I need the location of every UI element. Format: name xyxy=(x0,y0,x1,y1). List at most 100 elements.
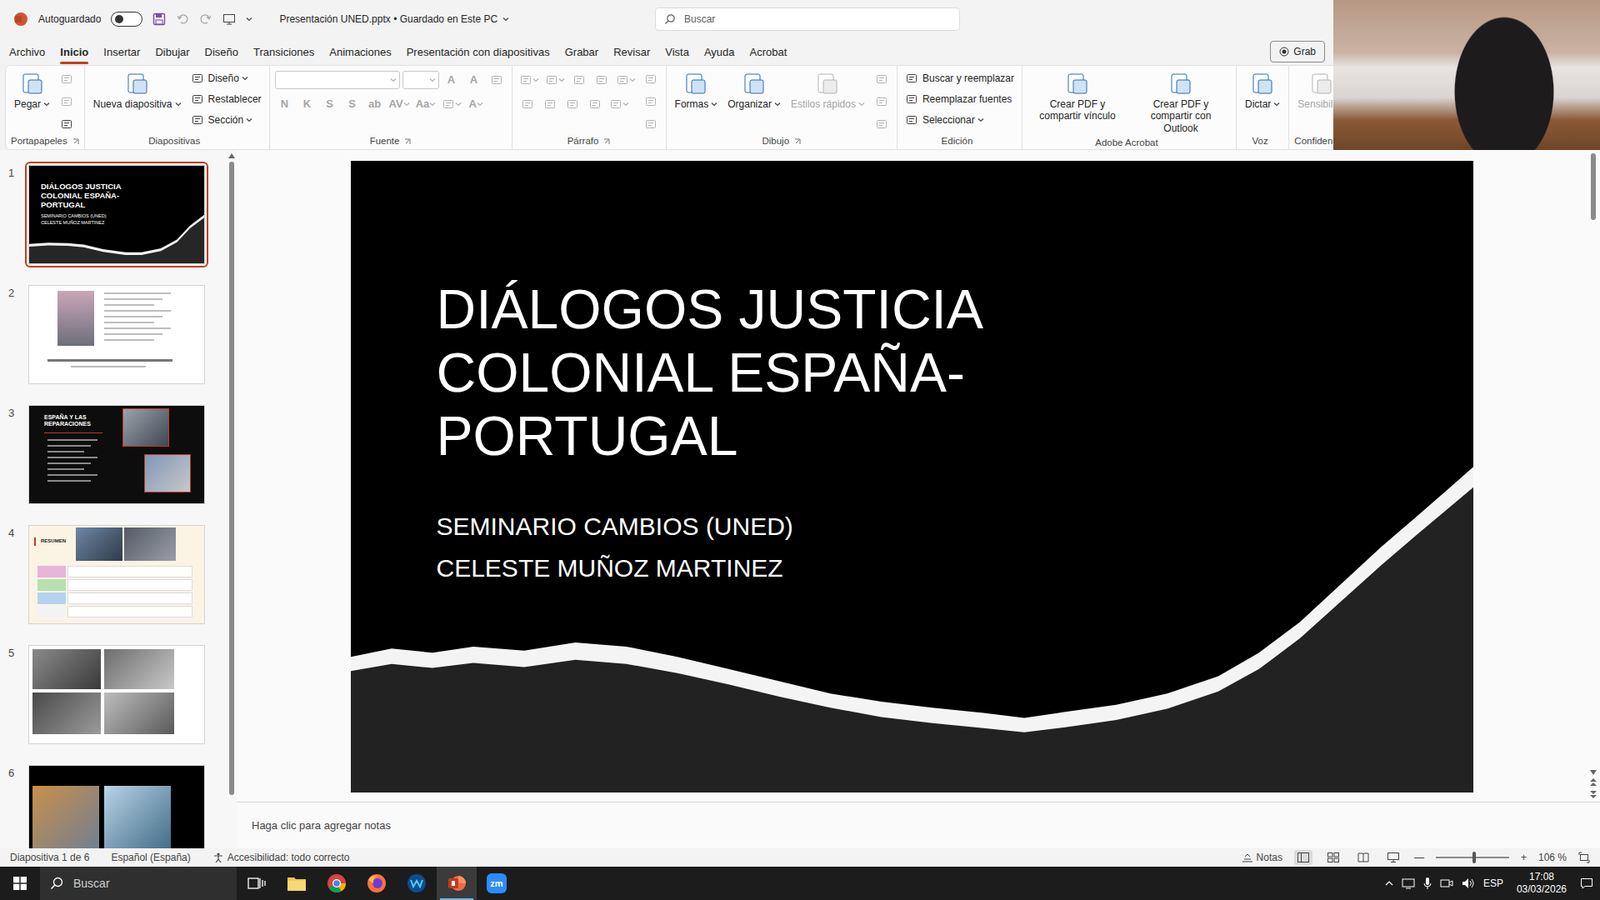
menu-tab[interactable]: Animaciones xyxy=(323,39,397,65)
format-button[interactable]: S xyxy=(342,94,363,115)
view-button[interactable] xyxy=(1324,850,1343,865)
volume-icon[interactable] xyxy=(1461,877,1475,890)
ribbon-button[interactable]: Crear PDF y compartir con Outlook xyxy=(1130,69,1231,136)
clock[interactable]: 17:0803/03/2026 xyxy=(1511,870,1572,896)
input-language[interactable]: ESP xyxy=(1483,875,1504,891)
slide-scrollbar[interactable] xyxy=(1586,150,1600,802)
accessibility-indicator[interactable]: Accesibilidad: todo correcto xyxy=(212,850,350,865)
format-button[interactable] xyxy=(540,94,560,115)
zoom-reading[interactable]: 106 % xyxy=(1538,850,1567,865)
menu-tab[interactable]: Acrobat xyxy=(744,39,794,65)
ribbon-list-button[interactable]: Buscar y reemplazar xyxy=(902,69,1017,88)
scroll-down-icon[interactable] xyxy=(1590,770,1597,775)
ribbon-button[interactable]: Nueva diapositiva xyxy=(90,69,185,112)
slide-thumbnail[interactable]: 1DIÁLOGOS JUSTICIA COLONIAL ESPAÑA-PORTU… xyxy=(0,161,227,268)
previous-slide-icon[interactable] xyxy=(1590,778,1597,787)
scroll-thumb[interactable] xyxy=(229,161,235,795)
slide-thumbnail[interactable]: 5 xyxy=(0,641,227,748)
icon-button[interactable] xyxy=(640,91,661,112)
format-button[interactable] xyxy=(569,70,590,90)
menu-tab[interactable]: Revisar xyxy=(607,39,656,65)
slide-title[interactable]: DIÁLOGOS JUSTICIA COLONIAL ESPAÑA-PORTUG… xyxy=(436,277,1087,468)
slide-subtitle[interactable]: SEMINARIO CAMBIOS (UNED)CELESTE MUÑOZ MA… xyxy=(436,505,1474,590)
format-button[interactable] xyxy=(440,94,464,115)
ribbon-list-button[interactable]: Restablecer xyxy=(188,90,265,109)
thumbnail-scrollbar[interactable] xyxy=(226,150,237,849)
taskbar-app[interactable] xyxy=(356,866,397,900)
icon-button[interactable] xyxy=(871,69,892,90)
format-button[interactable] xyxy=(562,94,583,115)
search-input[interactable] xyxy=(682,10,951,28)
ribbon-list-button[interactable]: Seleccionar xyxy=(902,110,1017,130)
menu-tab[interactable]: Inicio xyxy=(54,39,95,65)
slide[interactable]: DIÁLOGOS JUSTICIA COLONIAL ESPAÑA-PORTUG… xyxy=(350,160,1474,793)
dialog-launcher-icon[interactable] xyxy=(72,138,80,145)
slide-thumbnail[interactable]: 6 xyxy=(0,761,227,849)
thumbnail-frame[interactable] xyxy=(25,281,209,388)
icon-button[interactable] xyxy=(871,114,892,135)
thumbnail-frame[interactable]: ESPAÑA Y LAS REPARACIONES xyxy=(25,401,209,508)
file-name[interactable]: Presentación UNED.pptx • Guardado en Est… xyxy=(279,11,510,27)
format-button[interactable] xyxy=(543,70,567,90)
icon-button[interactable] xyxy=(640,69,661,90)
format-button[interactable]: N xyxy=(275,94,295,115)
menu-tab[interactable]: Dibujar xyxy=(149,39,195,65)
format-button[interactable] xyxy=(486,70,507,90)
zoom-in-button[interactable]: + xyxy=(1520,850,1527,865)
format-button[interactable]: K xyxy=(297,94,318,115)
format-button[interactable]: A xyxy=(441,70,462,90)
ribbon-button[interactable]: Organizar xyxy=(724,69,785,112)
menu-tab[interactable]: Insertar xyxy=(97,39,146,65)
format-button[interactable] xyxy=(607,94,631,115)
thumbnail-frame[interactable] xyxy=(25,761,209,849)
fit-to-window-icon[interactable] xyxy=(1578,851,1590,864)
thumbnail-frame[interactable] xyxy=(25,641,209,748)
menu-tab[interactable]: Grabar xyxy=(559,39,605,65)
menu-tab[interactable]: Vista xyxy=(659,39,695,65)
notes-pane[interactable]: Haga clic para agregar notas xyxy=(236,801,1600,849)
menu-tab[interactable]: Ayuda xyxy=(698,39,741,65)
save-icon[interactable] xyxy=(152,12,166,26)
menu-tab[interactable]: Transiciones xyxy=(247,39,320,65)
slide-thumbnail[interactable]: 3ESPAÑA Y LAS REPARACIONES xyxy=(0,401,227,508)
taskbar-app[interactable] xyxy=(276,866,317,900)
format-button[interactable]: AV xyxy=(387,94,412,115)
icon-button[interactable] xyxy=(640,114,661,135)
format-button[interactable]: A xyxy=(465,94,486,115)
record-button[interactable]: Grab xyxy=(1270,40,1325,63)
icon-button[interactable] xyxy=(871,91,892,112)
slide-thumbnail[interactable]: 2 xyxy=(0,281,227,388)
dialog-launcher-icon[interactable] xyxy=(603,138,610,145)
notes-placeholder[interactable]: Haga clic para agregar notas xyxy=(251,819,391,832)
undo-icon[interactable] xyxy=(175,12,190,26)
network-icon[interactable] xyxy=(1401,877,1415,890)
icon-button[interactable] xyxy=(56,69,77,90)
customize-toolbar-icon[interactable] xyxy=(245,15,253,23)
taskbar-search[interactable] xyxy=(40,866,237,900)
menu-tab[interactable]: Diseño xyxy=(199,39,245,65)
camera-icon[interactable] xyxy=(1440,877,1454,890)
ribbon-button[interactable]: Crear PDF y compartir vínculo xyxy=(1027,69,1128,125)
ribbon-button[interactable]: Dictar xyxy=(1241,69,1284,112)
taskbar-app[interactable] xyxy=(436,866,477,900)
ribbon-button[interactable]: Formas xyxy=(671,69,722,112)
ribbon-list-button[interactable]: Sección xyxy=(188,110,265,130)
present-icon[interactable] xyxy=(222,12,236,26)
taskbar-app[interactable] xyxy=(236,866,277,900)
slide-thumbnail[interactable]: 4RESUMEN xyxy=(0,521,227,628)
search-box[interactable] xyxy=(655,7,960,31)
ribbon-button[interactable]: Pegar xyxy=(10,69,54,112)
taskbar-search-input[interactable] xyxy=(71,874,227,894)
scroll-up-icon[interactable] xyxy=(228,153,235,159)
font-name-field[interactable] xyxy=(275,70,400,90)
zoom-out-button[interactable]: — xyxy=(1414,850,1425,865)
format-button[interactable] xyxy=(517,94,538,115)
format-button[interactable]: S xyxy=(320,94,340,115)
format-button[interactable] xyxy=(591,70,612,90)
menu-tab[interactable]: Archivo xyxy=(3,39,51,65)
notifications-icon[interactable] xyxy=(1580,876,1594,890)
zoom-slider[interactable] xyxy=(1435,856,1510,859)
icon-button[interactable] xyxy=(56,91,77,112)
autosave-toggle[interactable] xyxy=(110,11,143,27)
format-button[interactable]: Aa xyxy=(414,94,439,115)
